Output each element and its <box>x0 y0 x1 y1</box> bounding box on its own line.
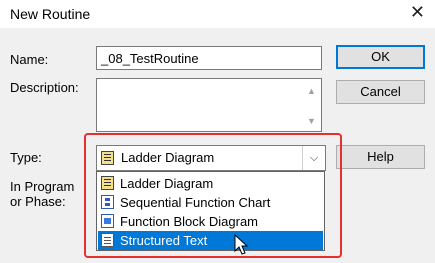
description-scrollbar[interactable]: ▲ ▼ <box>304 80 320 130</box>
mouse-pointer-icon <box>234 234 249 255</box>
scroll-down-icon[interactable]: ▼ <box>307 116 316 126</box>
description-label: Description: <box>10 80 79 95</box>
cancel-button[interactable]: Cancel <box>336 80 425 104</box>
close-icon[interactable]: ✕ <box>410 2 425 23</box>
dialog-title: New Routine <box>10 6 91 22</box>
description-textarea[interactable]: ▲ ▼ <box>96 78 322 132</box>
name-input[interactable]: _08_TestRoutine <box>96 46 322 70</box>
annotation-highlight-box <box>84 133 342 258</box>
type-label: Type: <box>10 150 42 165</box>
program-label-line1: In Program <box>10 179 75 194</box>
name-input-value: _08_TestRoutine <box>101 51 199 66</box>
title-bar: New Routine ✕ <box>0 0 435 28</box>
help-button[interactable]: Help <box>336 145 425 169</box>
program-label-line2: or Phase: <box>10 194 66 209</box>
scroll-up-icon[interactable]: ▲ <box>307 86 316 96</box>
name-label: Name: <box>10 52 49 67</box>
ok-button[interactable]: OK <box>336 45 425 69</box>
